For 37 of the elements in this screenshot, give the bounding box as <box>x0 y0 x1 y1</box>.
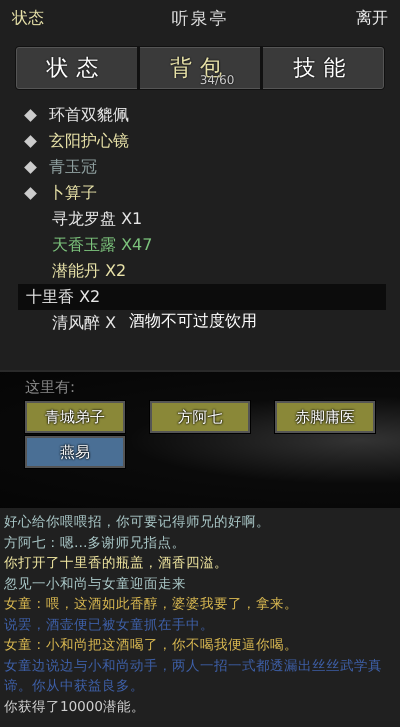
npc-button[interactable]: 青城弟子 <box>25 401 125 433</box>
log-line: 方阿七：嗯…多谢师兄指点。 <box>4 534 186 552</box>
item-row[interactable]: 清风醉 X <box>0 310 120 336</box>
item-row[interactable]: 青玉冠 <box>0 154 101 180</box>
log-line: 好心给你喂喂招，你可要记得师兄的好啊。 <box>4 513 271 532</box>
item-name: 卜算子 <box>49 182 97 204</box>
item-row[interactable]: 寻龙罗盘 X1 <box>0 206 146 232</box>
status-link[interactable]: 状态 <box>12 8 44 28</box>
log-line: 你打开了十里香的瓶盖，酒香四溢。 <box>4 554 229 573</box>
item-row[interactable]: 卜算子 <box>0 180 101 206</box>
log-line: 说罢，酒壶便已被女童抓在手中。 <box>4 616 215 634</box>
location-title: 听泉亭 <box>172 8 228 30</box>
item-row[interactable]: 潜能丹 X2 <box>0 258 130 284</box>
item-row[interactable]: 环首双貔佩 <box>0 102 133 128</box>
item-name: 寻龙罗盘 X1 <box>52 208 142 230</box>
item-name: 环首双貔佩 <box>49 104 129 126</box>
tab[interactable]: 状态 <box>16 47 140 89</box>
npc-button[interactable]: 赤脚庸医 <box>275 401 375 433</box>
item-name: 青玉冠 <box>49 156 97 178</box>
log-line: 忽见一小和尚与女童迎面走来 <box>4 574 187 594</box>
item-name: 天香玉露 X47 <box>52 234 152 256</box>
log-line: 女童边说边与小和尚动手，两人一招一式都透漏出丝丝武学真谛。你从中获益良多。 <box>4 656 383 696</box>
leave-link[interactable]: 离开 <box>356 8 388 28</box>
npc-button[interactable]: 燕易 <box>25 436 125 468</box>
log-line: 你获得了10000潜能。 <box>4 698 146 716</box>
item-name: 潜能丹 X2 <box>52 260 126 282</box>
here-label: 这里有: <box>25 378 76 397</box>
item-name: 十里香 X2 <box>26 286 100 308</box>
log-line: 女童：喂，这酒如此香醇，婆婆我要了，拿来。 <box>4 595 299 614</box>
item-name: 清风醉 X <box>52 312 116 334</box>
selected-item-row[interactable]: 十里香 X2 <box>18 284 386 310</box>
item-row[interactable]: 玄阳护心镜 <box>0 128 133 154</box>
npc-button[interactable]: 方阿七 <box>150 401 250 433</box>
tab[interactable]: 技能 <box>263 47 384 89</box>
item-row[interactable]: 天香玉露 X47 <box>0 232 156 258</box>
log-line: 女童：小和尚把这酒喝了，你不喝我便逼你喝。 <box>4 636 299 655</box>
item-name: 玄阳护心镜 <box>49 130 129 152</box>
